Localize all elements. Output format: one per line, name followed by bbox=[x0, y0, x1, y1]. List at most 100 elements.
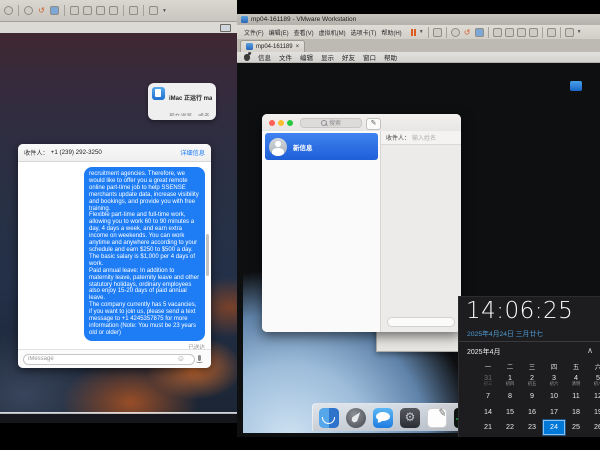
console-view-icon[interactable] bbox=[70, 6, 79, 15]
vmware-menu-item[interactable]: 帮助(H) bbox=[379, 28, 403, 37]
calendar-day[interactable]: 7 bbox=[477, 389, 499, 405]
chevron-up-icon[interactable]: ∧ bbox=[587, 346, 593, 355]
calendar-day[interactable]: 10 bbox=[543, 389, 565, 405]
compose-button[interactable]: ✎ bbox=[366, 118, 381, 130]
conversation-item-selected[interactable]: 新信息 bbox=[265, 133, 378, 160]
console-view-icon[interactable] bbox=[493, 28, 502, 37]
calendar-day[interactable]: 31 初三 bbox=[477, 373, 499, 389]
calendar-day[interactable]: 22 bbox=[499, 420, 521, 436]
mac-menu-item[interactable]: 信息 bbox=[258, 52, 271, 62]
vmware-menu-item[interactable]: 查看(V) bbox=[292, 28, 316, 37]
clock-date[interactable]: 2025年4月24日 三月廿七 bbox=[467, 328, 543, 338]
calendar-day[interactable]: 9 bbox=[521, 389, 543, 405]
apple-logo-icon[interactable] bbox=[244, 54, 250, 61]
finder-icon[interactable] bbox=[319, 408, 339, 428]
recipient-phone[interactable]: +1 (239) 292-3250 bbox=[51, 149, 102, 156]
fullscreen-icon[interactable] bbox=[96, 6, 105, 15]
launchpad-icon[interactable] bbox=[346, 408, 366, 428]
minimize-button[interactable] bbox=[278, 120, 284, 126]
unity-view-icon[interactable] bbox=[529, 28, 538, 37]
guest-notification-icon[interactable] bbox=[570, 81, 582, 91]
calendar-day[interactable]: 14 bbox=[477, 404, 499, 420]
send-ctrl-alt-del-icon[interactable] bbox=[433, 28, 442, 37]
textedit-icon[interactable]: ✎ bbox=[427, 408, 447, 428]
calendar-day[interactable]: 19 bbox=[587, 404, 600, 420]
close-button[interactable] bbox=[269, 120, 275, 126]
calendar-day[interactable]: 1 初四 bbox=[499, 373, 521, 389]
guest-message-input[interactable] bbox=[387, 317, 455, 327]
calendar-day[interactable]: 29 bbox=[499, 435, 521, 437]
vmware-menu-item[interactable]: 虚拟机(M) bbox=[317, 28, 348, 37]
calendar-day[interactable]: 24 bbox=[543, 420, 565, 436]
calendar-day[interactable]: 1 bbox=[543, 435, 565, 437]
calendar-day[interactable]: 30 bbox=[521, 435, 543, 437]
calendar-day[interactable]: 8 bbox=[499, 389, 521, 405]
message-input[interactable] bbox=[23, 354, 195, 365]
zoom-button[interactable] bbox=[287, 120, 293, 126]
calendar-day[interactable]: 3 初六 bbox=[543, 373, 565, 389]
calendar-day[interactable]: 17 bbox=[543, 404, 565, 420]
snapshot-manager-icon[interactable] bbox=[475, 28, 484, 37]
dropdown-caret-icon[interactable]: ▼ bbox=[577, 29, 582, 35]
tab-view-icon[interactable] bbox=[83, 6, 92, 15]
search-input[interactable]: 搜索 bbox=[300, 118, 362, 128]
mac-menu-item[interactable]: 编辑 bbox=[300, 52, 313, 62]
mac-menu-item[interactable]: 窗口 bbox=[363, 52, 376, 62]
microphone-icon[interactable] bbox=[198, 355, 202, 361]
display-status-icon bbox=[220, 24, 231, 32]
calendar-day[interactable]: 4 清明 bbox=[565, 373, 587, 389]
emoji-icon[interactable]: ☺ bbox=[177, 355, 185, 363]
calendar-day[interactable]: 5 初八 bbox=[587, 373, 600, 389]
calendar-day[interactable]: 3 bbox=[587, 435, 600, 437]
vmware-menu-item[interactable]: 文件(F) bbox=[242, 28, 266, 37]
scrollbar-thumb[interactable] bbox=[206, 234, 209, 276]
calendar-day[interactable]: 25 bbox=[565, 420, 587, 436]
calendar-day[interactable]: 21 bbox=[477, 420, 499, 436]
to-field[interactable]: 收件人： 输入姓名 bbox=[381, 131, 461, 145]
snapshot-revert-icon[interactable]: ↺ bbox=[463, 28, 472, 37]
calendar-day[interactable]: 16 bbox=[521, 404, 543, 420]
message-pane: 收件人： 输入姓名 bbox=[381, 131, 461, 332]
fullscreen-icon[interactable] bbox=[517, 28, 526, 37]
calendar-day[interactable]: 23 bbox=[521, 420, 543, 436]
vm-tab[interactable]: mp04-161189 × bbox=[240, 40, 305, 52]
vmware-titlebar[interactable]: mp04-161189 - VMware Workstation bbox=[237, 14, 600, 25]
system-preferences-icon[interactable]: ⚙ bbox=[400, 408, 420, 428]
snapshot-revert-icon[interactable]: ↺ bbox=[37, 6, 46, 15]
unity-view-icon[interactable] bbox=[109, 6, 118, 15]
details-button[interactable]: 详细信息 bbox=[180, 148, 205, 157]
mac-menu-item[interactable]: 显示 bbox=[321, 52, 334, 62]
enhanced-keyboard-icon[interactable] bbox=[547, 28, 556, 37]
snapshot-clock-icon[interactable] bbox=[451, 28, 460, 37]
snapshot-manager-icon[interactable] bbox=[50, 6, 59, 15]
mac-menu-item[interactable]: 帮助 bbox=[384, 52, 397, 62]
calendar-day[interactable]: 2 bbox=[565, 435, 587, 437]
tab-view-icon[interactable] bbox=[505, 28, 514, 37]
dropdown-caret-icon[interactable]: ▼ bbox=[162, 8, 167, 14]
calendar-day[interactable]: 15 bbox=[499, 404, 521, 420]
calendar-day[interactable]: 26 bbox=[587, 420, 600, 436]
calendar-day[interactable]: 12 bbox=[587, 389, 600, 405]
messages-app-icon[interactable] bbox=[373, 408, 393, 428]
calendar-day[interactable]: 28 bbox=[477, 435, 499, 437]
mac-menu-item[interactable]: 文件 bbox=[279, 52, 292, 62]
calendar-day[interactable]: 2 初五 bbox=[521, 373, 543, 389]
calendar-month-label[interactable]: 2025年4月 bbox=[467, 347, 500, 357]
dropdown-caret-icon[interactable]: ▼ bbox=[419, 29, 424, 35]
left-vmware-toolbar: ↺ ▼ bbox=[0, 0, 237, 22]
calendar-day[interactable]: 18 bbox=[565, 404, 587, 420]
mac-menu-item[interactable]: 好友 bbox=[342, 52, 355, 62]
pause-icon[interactable] bbox=[411, 29, 416, 36]
display-fit-icon[interactable] bbox=[565, 28, 574, 37]
enhanced-keyboard-icon[interactable] bbox=[129, 6, 138, 15]
calendar-day[interactable]: 11 bbox=[565, 389, 587, 405]
tab-close-icon[interactable]: × bbox=[296, 44, 300, 50]
vmware-menu-item[interactable]: 选项卡(T) bbox=[349, 28, 379, 37]
macos-notification[interactable]: iMac 正运行 macOS 现在浏览，或者稍后在 中查看。 bbox=[148, 83, 216, 120]
vmware-menu-item[interactable]: 编辑(E) bbox=[267, 28, 291, 37]
settings-icon[interactable] bbox=[4, 6, 13, 15]
weekday-label: 五 bbox=[565, 361, 587, 371]
conversation-title: 新信息 bbox=[293, 142, 313, 152]
display-fit-icon[interactable] bbox=[149, 6, 158, 15]
snapshot-clock-icon[interactable] bbox=[24, 6, 33, 15]
